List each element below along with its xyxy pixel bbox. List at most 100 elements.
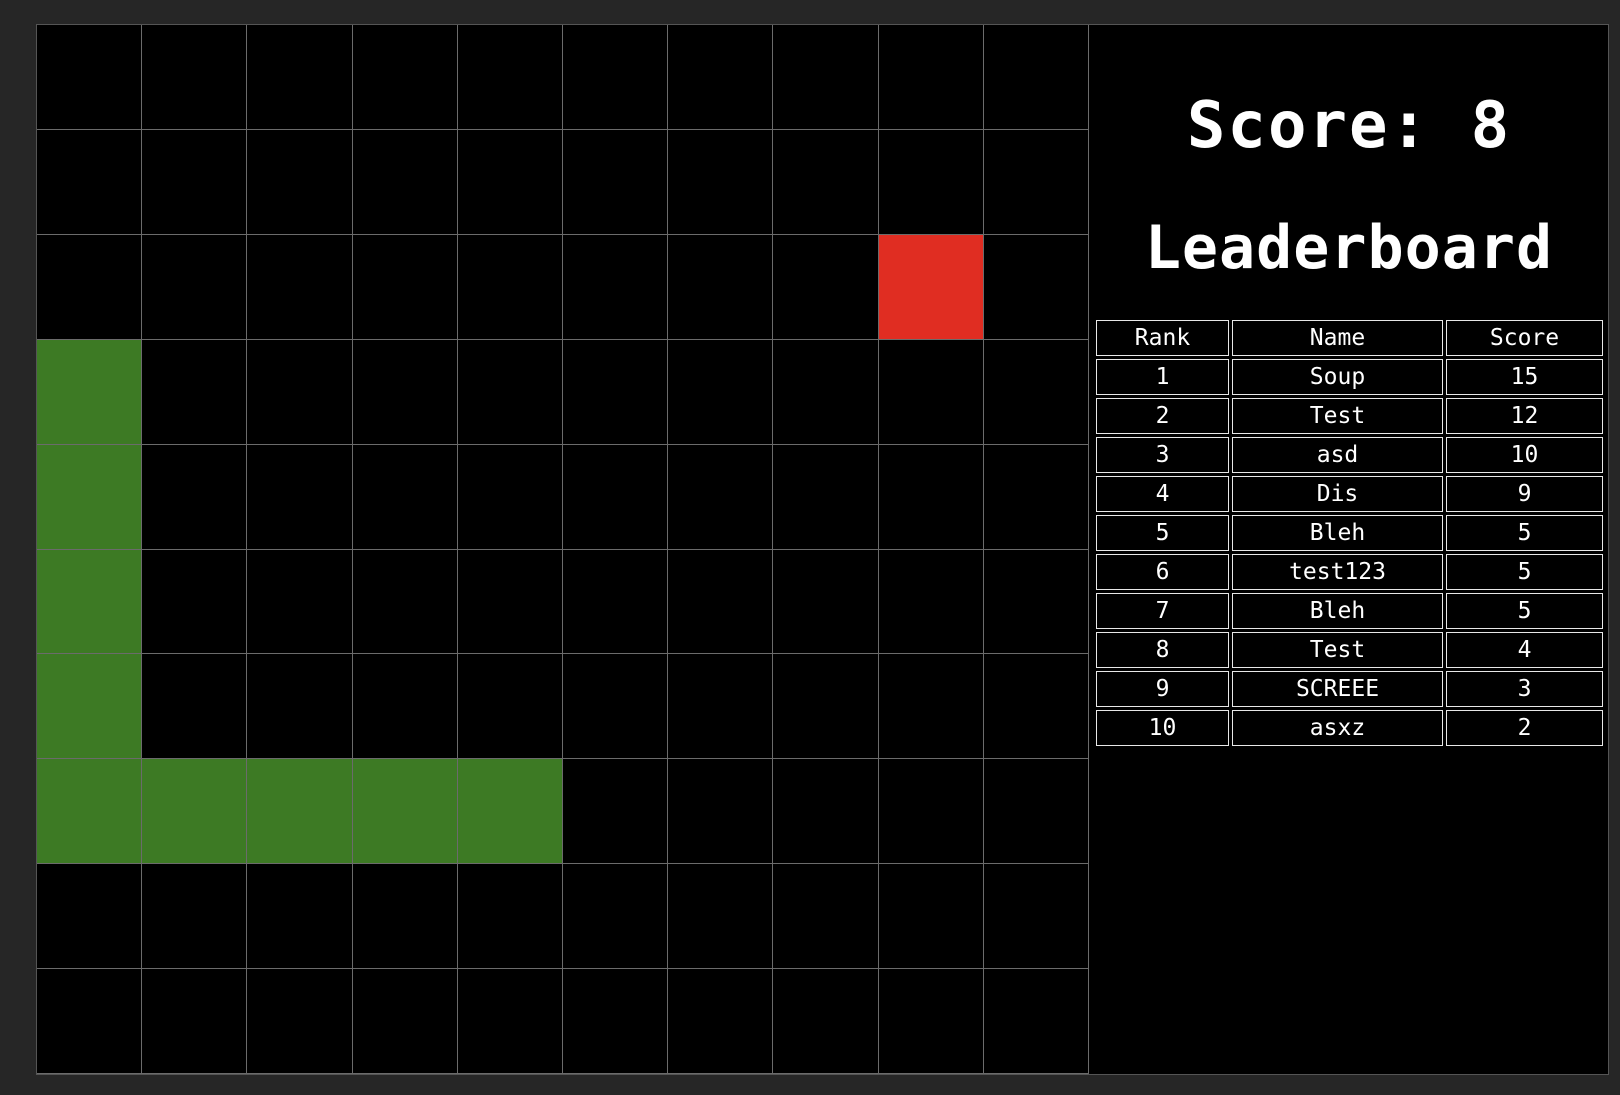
name-cell: Soup — [1232, 359, 1443, 395]
side-panel: Score: 8 Leaderboard Rank Name Score 1 So… — [1090, 25, 1608, 1074]
leaderboard-row: 6 test123 5 — [1096, 554, 1603, 590]
grid-cell — [878, 969, 984, 1074]
grid-cell — [562, 129, 669, 235]
score-cell: 9 — [1446, 476, 1603, 512]
name-cell: test123 — [1232, 554, 1443, 590]
grid-cell — [247, 129, 353, 235]
grid-cell — [247, 864, 353, 970]
grid-cell — [773, 339, 879, 445]
leaderboard-header-row: Rank Name Score — [1096, 320, 1603, 356]
grid-cell — [878, 759, 984, 865]
grid-cell — [983, 129, 1089, 235]
food-apple — [878, 234, 984, 340]
rank-cell: 1 — [1096, 359, 1229, 395]
grid-cell — [983, 969, 1089, 1074]
grid-cell — [142, 444, 248, 550]
grid-cell — [457, 969, 563, 1074]
score-cell: 15 — [1446, 359, 1603, 395]
grid-cell — [142, 129, 248, 235]
grid-cell — [562, 444, 669, 550]
snake-segment — [37, 444, 143, 550]
grid-cell — [668, 969, 774, 1074]
grid-cell — [457, 654, 563, 760]
grid-cell — [562, 654, 669, 760]
name-cell: Test — [1232, 632, 1443, 668]
grid-cell — [878, 444, 984, 550]
grid-cell — [142, 654, 248, 760]
grid-cell — [247, 549, 353, 655]
grid-cell — [142, 549, 248, 655]
leaderboard-row: 9 SCREEE 3 — [1096, 671, 1603, 707]
grid-cell — [562, 969, 669, 1074]
grid-cell — [352, 549, 458, 655]
grid-cell — [878, 25, 984, 130]
score-cell: 4 — [1446, 632, 1603, 668]
leaderboard-row: 7 Bleh 5 — [1096, 593, 1603, 629]
rank-cell: 8 — [1096, 632, 1229, 668]
grid-cell — [352, 129, 458, 235]
grid-cell — [562, 864, 669, 970]
snake-segment — [352, 759, 458, 865]
grid-cell — [37, 25, 143, 130]
grid-cell — [668, 25, 774, 130]
rank-cell: 4 — [1096, 476, 1229, 512]
grid-cell — [668, 864, 774, 970]
grid-cell — [247, 234, 353, 340]
grid-cell — [352, 864, 458, 970]
snake-segment — [37, 549, 143, 655]
grid-cell — [352, 654, 458, 760]
grid-cell — [352, 25, 458, 130]
rank-cell: 6 — [1096, 554, 1229, 590]
grid-cell — [878, 339, 984, 445]
grid-cell — [352, 234, 458, 340]
name-cell: Bleh — [1232, 593, 1443, 629]
grid-cell — [773, 129, 879, 235]
score-cell: 2 — [1446, 710, 1603, 746]
grid-cell — [983, 234, 1089, 340]
snake-segment — [37, 339, 143, 445]
grid-cell — [878, 549, 984, 655]
grid-cell — [457, 25, 563, 130]
leaderboard-row: 4 Dis 9 — [1096, 476, 1603, 512]
board-divider — [1088, 25, 1089, 1074]
leaderboard-table: Rank Name Score 1 Soup 15 2 Test 12 3 asd 10 4 Dis… — [1093, 317, 1606, 749]
score-cell: 5 — [1446, 515, 1603, 551]
leaderboard-row: 5 Bleh 5 — [1096, 515, 1603, 551]
rank-cell: 3 — [1096, 437, 1229, 473]
grid-cell — [247, 339, 353, 445]
grid-cell — [457, 234, 563, 340]
game-board[interactable] — [37, 25, 1089, 1074]
score-cell: 5 — [1446, 593, 1603, 629]
grid-cell — [668, 339, 774, 445]
grid-cell — [878, 654, 984, 760]
grid-cell — [878, 129, 984, 235]
rank-cell: 7 — [1096, 593, 1229, 629]
grid-cell — [983, 864, 1089, 970]
grid-cell — [247, 654, 353, 760]
name-cell: asxz — [1232, 710, 1443, 746]
rank-cell: 5 — [1096, 515, 1229, 551]
name-cell: SCREEE — [1232, 671, 1443, 707]
header-rank: Rank — [1096, 320, 1229, 356]
grid-cell — [773, 759, 879, 865]
grid-cell — [562, 234, 669, 340]
grid-cell — [668, 444, 774, 550]
grid-cell — [352, 969, 458, 1074]
grid-cell — [983, 654, 1089, 760]
grid-cell — [37, 864, 143, 970]
grid-cell — [247, 969, 353, 1074]
score-cell: 12 — [1446, 398, 1603, 434]
name-cell: Bleh — [1232, 515, 1443, 551]
rank-cell: 10 — [1096, 710, 1229, 746]
grid-cell — [668, 129, 774, 235]
grid-cell — [247, 444, 353, 550]
snake-segment — [247, 759, 353, 865]
leaderboard-row: 2 Test 12 — [1096, 398, 1603, 434]
leaderboard-body: 1 Soup 15 2 Test 12 3 asd 10 4 Dis 9 5 Bleh 5 6 test123 5… — [1096, 359, 1603, 746]
grid-cell — [352, 444, 458, 550]
grid-cell — [773, 549, 879, 655]
grid-cell — [142, 339, 248, 445]
header-name: Name — [1232, 320, 1443, 356]
grid-cell — [668, 654, 774, 760]
grid-cell — [562, 25, 669, 130]
